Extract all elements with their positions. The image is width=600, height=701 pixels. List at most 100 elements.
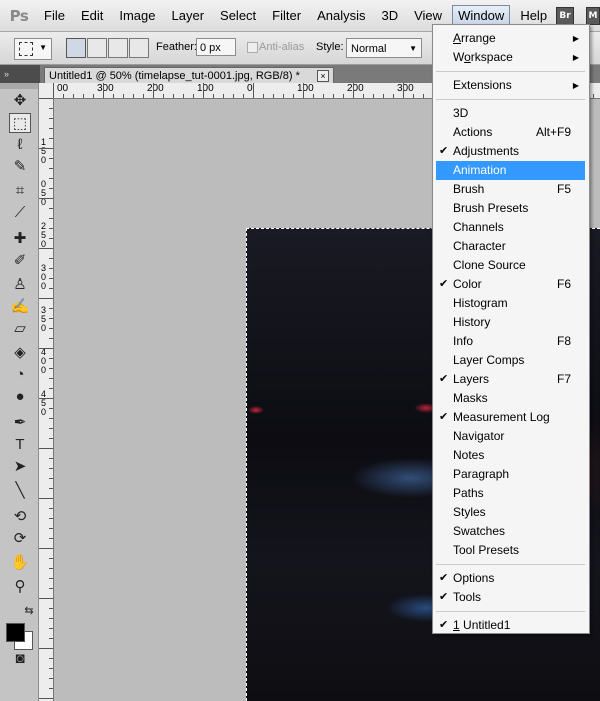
menu-item-info[interactable]: Info F8 [436,332,585,351]
menu-item-actions[interactable]: Actions Alt+F9 [436,123,585,142]
crop-tool-icon[interactable]: ⌗ [9,181,31,201]
menu-item-color[interactable]: ✔ Color F6 [436,275,585,294]
menu-item-paragraph[interactable]: Paragraph [436,465,585,484]
pen-tool-icon[interactable]: ✒ [9,413,31,433]
menu-item-clone-source[interactable]: Clone Source [436,256,585,275]
menu-item-navigator[interactable]: Navigator [436,427,585,446]
ruler-tick [173,94,174,98]
eyedropper-tool-icon[interactable]: ⟋ [9,203,31,223]
menu-item-notes[interactable]: Notes [436,446,585,465]
checkmark-icon: ✔ [439,572,449,584]
ruler-tick [39,548,53,549]
add-to-selection-button[interactable] [87,38,107,58]
menu-layer[interactable]: Layer [166,6,211,26]
lasso-tool-icon[interactable]: ℓ [9,135,31,155]
menu-item-label: Brush [453,182,485,196]
menu-item-label: Brush Presets [453,201,529,215]
menu-edit[interactable]: Edit [75,6,109,26]
menu-item-arrange[interactable]: Arrange ▶ [436,29,585,48]
menu-analysis[interactable]: Analysis [311,6,371,26]
style-select-value: Normal [351,43,387,55]
menu-item-paths[interactable]: Paths [436,484,585,503]
document-tab[interactable]: Untitled1 @ 50% (timelapse_tut-0001.jpg,… [44,67,334,83]
marquee-tool-icon[interactable]: ⬚ [9,113,31,133]
ruler-tick [49,438,53,439]
menu-item-channels[interactable]: Channels [436,218,585,237]
toolbox-grip[interactable] [0,83,38,89]
close-icon[interactable]: × [317,70,329,82]
menu-item-layer-comps[interactable]: Layer Comps [436,351,585,370]
feather-input[interactable]: 0 px [196,38,236,56]
collapse-panels-button[interactable]: » [0,65,40,83]
type-tool-icon[interactable]: T [9,435,31,455]
document-title: Untitled1 @ 50% (timelapse_tut-0001.jpg,… [49,70,300,82]
ruler-tick [393,94,394,98]
menu-item-animation[interactable]: Animation [436,161,585,180]
menu-item-histogram[interactable]: Histogram [436,294,585,313]
menu-3d[interactable]: 3D [375,6,404,26]
menu-view[interactable]: View [408,6,448,26]
ruler-tick [39,198,53,199]
3d-rotate-tool-icon[interactable]: ⟲ [9,507,31,527]
menu-item-layers[interactable]: ✔ Layers F7 [436,370,585,389]
paint-bucket-tool-icon[interactable]: ◈ [9,343,31,363]
ruler-tick [39,298,53,299]
brush-tool-icon[interactable]: ✐ [9,251,31,271]
3d-orbit-tool-icon[interactable]: ⟳ [9,529,31,549]
menu-item-tool-presets[interactable]: Tool Presets [436,541,585,560]
ruler-origin[interactable] [39,83,54,99]
history-brush-tool-icon[interactable]: ✍ [9,297,31,317]
menu-item-workspace[interactable]: Workspace ▶ [436,48,585,67]
menu-filter[interactable]: Filter [266,6,307,26]
healing-tool-icon[interactable]: ✚ [9,229,31,249]
foreground-color-swatch[interactable] [6,623,25,642]
menu-image[interactable]: Image [113,6,161,26]
line-tool-icon[interactable]: ╲ [9,481,31,501]
menu-item-brush[interactable]: Brush F5 [436,180,585,199]
zoom-tool-icon[interactable]: ⚲ [9,577,31,597]
menu-item-swatches[interactable]: Swatches [436,522,585,541]
vertical-ruler[interactable]: 150050250300350400450 [39,98,54,701]
blur-tool-icon[interactable]: ◔ [9,365,31,385]
menu-item-brush-presets[interactable]: Brush Presets [436,199,585,218]
mini-bridge-button[interactable]: M [586,7,600,25]
style-select[interactable]: Normal ▼ [346,38,422,58]
menu-item-measurement-log[interactable]: ✔ Measurement Log [436,408,585,427]
ruler-tick [39,348,53,349]
dodge-tool-icon[interactable]: ● [9,387,31,407]
path-select-tool-icon[interactable]: ➤ [9,457,31,477]
new-selection-button[interactable] [66,38,86,58]
menu-item-3d[interactable]: 3D [436,104,585,123]
ruler-tick [303,83,304,98]
menu-file[interactable]: File [38,6,71,26]
antialias-checkbox[interactable] [247,42,258,53]
menu-item-history[interactable]: History [436,313,585,332]
menu-item-tools[interactable]: ✔ Tools [436,588,585,607]
menu-help[interactable]: Help [514,6,553,26]
ruler-tick [49,278,53,279]
subtract-from-selection-button[interactable] [108,38,128,58]
menu-item-options[interactable]: ✔ Options [436,569,585,588]
bridge-button[interactable]: Br [556,7,574,25]
tool-preset-picker[interactable]: ▼ [14,38,52,60]
menu-select[interactable]: Select [214,6,262,26]
intersect-selection-button[interactable] [129,38,149,58]
quick-select-tool-icon[interactable]: ✎ [9,157,31,177]
move-tool-icon[interactable]: ✥ [9,91,31,111]
menu-item-extensions[interactable]: Extensions ▶ [436,76,585,95]
menu-item-1-untitled1[interactable]: ✔ 1 Untitled1 [436,616,585,635]
menu-item-adjustments[interactable]: ✔ Adjustments [436,142,585,161]
swap-colors-icon[interactable]: ⇆ [22,601,36,621]
checkmark-icon: ✔ [439,591,449,603]
menu-item-styles[interactable]: Styles [436,503,585,522]
eraser-tool-icon[interactable]: ▱ [9,319,31,339]
menu-item-character[interactable]: Character [436,237,585,256]
ruler-tick [323,94,324,98]
hand-tool-icon[interactable]: ✋ [9,553,31,573]
clone-stamp-tool-icon[interactable]: ♙ [9,275,31,295]
ruler-tick [49,668,53,669]
menu-item-masks[interactable]: Masks [436,389,585,408]
ruler-tick [83,94,84,98]
ruler-tick [39,498,53,499]
quick-mask-icon[interactable]: ◙ [9,649,31,669]
